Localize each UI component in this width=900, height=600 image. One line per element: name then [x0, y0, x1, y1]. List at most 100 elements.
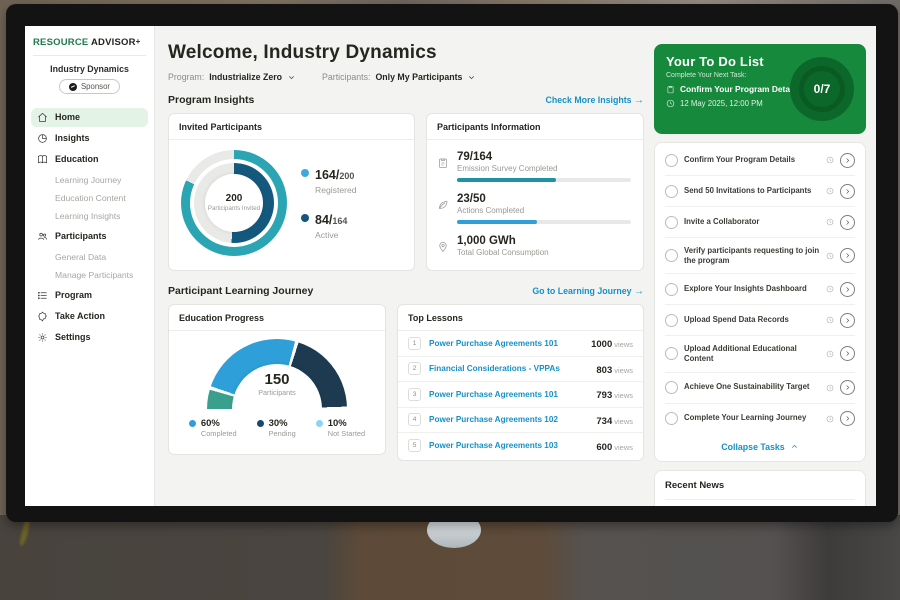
sidebar-item-label: Program — [55, 290, 92, 300]
lesson-row: 5 Power Purchase Agreements 103 600views — [398, 433, 643, 459]
sponsor-badge[interactable]: Sponsor — [59, 79, 120, 94]
todo-checkbox[interactable] — [665, 381, 678, 394]
lesson-link[interactable]: Power Purchase Agreements 101 — [429, 339, 583, 348]
sidebar-item-participants[interactable]: Participants — [31, 227, 148, 246]
sidebar-item-label: Home — [55, 112, 80, 122]
todo-item: Upload Spend Data Records — [665, 305, 855, 336]
learning-journey-title: Participant Learning Journey — [168, 285, 313, 297]
clock-icon — [826, 316, 834, 324]
page-title: Welcome, Industry Dynamics — [168, 42, 644, 64]
sidebar-item-home[interactable]: Home — [31, 108, 148, 127]
sidebar-item-settings[interactable]: Settings — [31, 328, 148, 347]
sidebar-item-insights[interactable]: Insights — [31, 129, 148, 148]
clock-icon — [826, 350, 834, 358]
todo-checkbox[interactable] — [665, 249, 678, 262]
clock-icon — [826, 415, 834, 423]
todo-item: Verify participants requesting to join t… — [665, 238, 855, 274]
recent-news-title: Recent News — [665, 480, 855, 500]
todo-open-button[interactable] — [840, 282, 855, 297]
invited-legend: 164/200 Registered 84/164 Active — [301, 166, 357, 240]
todo-checkbox[interactable] — [665, 185, 678, 198]
sidebar-item-label: Insights — [55, 133, 90, 143]
sidebar-item-general-data[interactable]: General Data — [31, 248, 148, 266]
todo-checkbox[interactable] — [665, 412, 678, 425]
todo-item: Send 50 Invitations to Participants — [665, 176, 855, 207]
monitor-bezel: RESOURCE ADVISOR+ Industry Dynamics Spon… — [6, 4, 898, 522]
participants-information-card: Participants Information 79/164 Emission… — [426, 113, 644, 271]
emission-survey-row: 79/164 Emission Survey Completed — [437, 146, 631, 188]
lesson-link[interactable]: Power Purchase Agreements 102 — [429, 415, 588, 424]
sidebar-item-take-action[interactable]: Take Action — [31, 307, 148, 326]
clipboard-icon — [437, 157, 449, 169]
sidebar-item-education-content[interactable]: Education Content — [31, 189, 148, 207]
sidebar-nav: Home Insights Education Learning Journey… — [25, 108, 154, 347]
gear-icon — [37, 332, 48, 343]
todo-open-button[interactable] — [840, 215, 855, 230]
participants-filter[interactable]: Participants: Only My Participants — [322, 72, 476, 82]
todo-progress-ring: 0/7 — [790, 57, 854, 121]
arrow-right-icon: → — [634, 286, 644, 297]
todo-checkbox[interactable] — [665, 216, 678, 229]
todo-open-button[interactable] — [840, 411, 855, 426]
chevron-down-icon — [287, 73, 296, 82]
education-card-title: Education Progress — [169, 305, 385, 331]
lesson-link[interactable]: Financial Considerations - VPPAs — [429, 364, 588, 373]
todo-item: Complete Your Learning Journey — [665, 404, 855, 434]
rank-badge: 2 — [408, 362, 421, 375]
lesson-row: 2 Financial Considerations - VPPAs 803vi… — [398, 357, 643, 383]
todo-open-button[interactable] — [840, 184, 855, 199]
todo-open-button[interactable] — [840, 346, 855, 361]
pending-dot — [257, 420, 264, 427]
chevron-right-icon — [844, 188, 851, 195]
sponsor-icon — [69, 83, 77, 91]
lesson-link[interactable]: Power Purchase Agreements 103 — [429, 441, 588, 450]
todo-open-button[interactable] — [840, 380, 855, 395]
info-card-title: Participants Information — [427, 114, 643, 140]
collapse-tasks-link[interactable]: Collapse Tasks — [665, 434, 855, 459]
todo-checkbox[interactable] — [665, 314, 678, 327]
education-legend: 60% Completed 30% Pending — [189, 418, 365, 438]
list-icon — [37, 290, 48, 301]
sidebar-item-program[interactable]: Program — [31, 286, 148, 305]
go-to-learning-journey-link[interactable]: Go to Learning Journey → — [532, 286, 644, 297]
emission-progress-bar — [457, 178, 631, 182]
rank-badge: 4 — [408, 413, 421, 426]
actions-completed-row: 23/50 Actions Completed — [437, 188, 631, 230]
invited-card-title: Invited Participants — [169, 114, 414, 140]
logo-plus: + — [136, 37, 141, 46]
todo-checkbox[interactable] — [665, 347, 678, 360]
home-icon — [37, 112, 48, 123]
todo-checkbox[interactable] — [665, 154, 678, 167]
sidebar-item-manage-participants[interactable]: Manage Participants — [31, 266, 148, 284]
lesson-link[interactable]: Power Purchase Agreements 101 — [429, 390, 588, 399]
todo-item: Achieve One Sustainability Target — [665, 373, 855, 404]
todo-checkbox[interactable] — [665, 283, 678, 296]
todo-open-button[interactable] — [840, 313, 855, 328]
todo-item: Explore Your Insights Dashboard — [665, 274, 855, 305]
clock-icon — [826, 285, 834, 293]
program-filter[interactable]: Program: Industrialize Zero — [168, 72, 296, 82]
insights-icon — [37, 133, 48, 144]
sidebar-item-label: Participants — [55, 231, 107, 241]
program-insights-title: Program Insights — [168, 94, 254, 106]
invited-participants-card: Invited Participants 200 Participants In… — [168, 113, 415, 271]
chevron-down-icon — [467, 73, 476, 82]
todo-open-button[interactable] — [840, 248, 855, 263]
sidebar-item-learning-journey[interactable]: Learning Journey — [31, 171, 148, 189]
check-more-insights-link[interactable]: Check More Insights → — [546, 95, 645, 106]
sidebar-item-learning-insights[interactable]: Learning Insights — [31, 207, 148, 225]
location-pin-icon — [437, 241, 449, 253]
sidebar: RESOURCE ADVISOR+ Industry Dynamics Spon… — [25, 26, 155, 506]
todo-open-button[interactable] — [840, 153, 855, 168]
todo-hero-card: Your To Do List Complete Your Next Task:… — [654, 44, 866, 134]
participants-icon — [37, 231, 48, 242]
legend-active: 84/164 Active — [301, 211, 357, 240]
chevron-right-icon — [844, 415, 851, 422]
sidebar-item-education[interactable]: Education — [31, 150, 148, 169]
not-started-dot — [316, 420, 323, 427]
lesson-row: 1 Power Purchase Agreements 101 1000view… — [398, 331, 643, 357]
todo-list-card: Confirm Your Program Details Send 50 Inv… — [654, 142, 866, 462]
program-filter-value: Industrialize Zero — [209, 72, 282, 82]
clipboard-icon — [666, 85, 675, 94]
chevron-right-icon — [844, 350, 851, 357]
